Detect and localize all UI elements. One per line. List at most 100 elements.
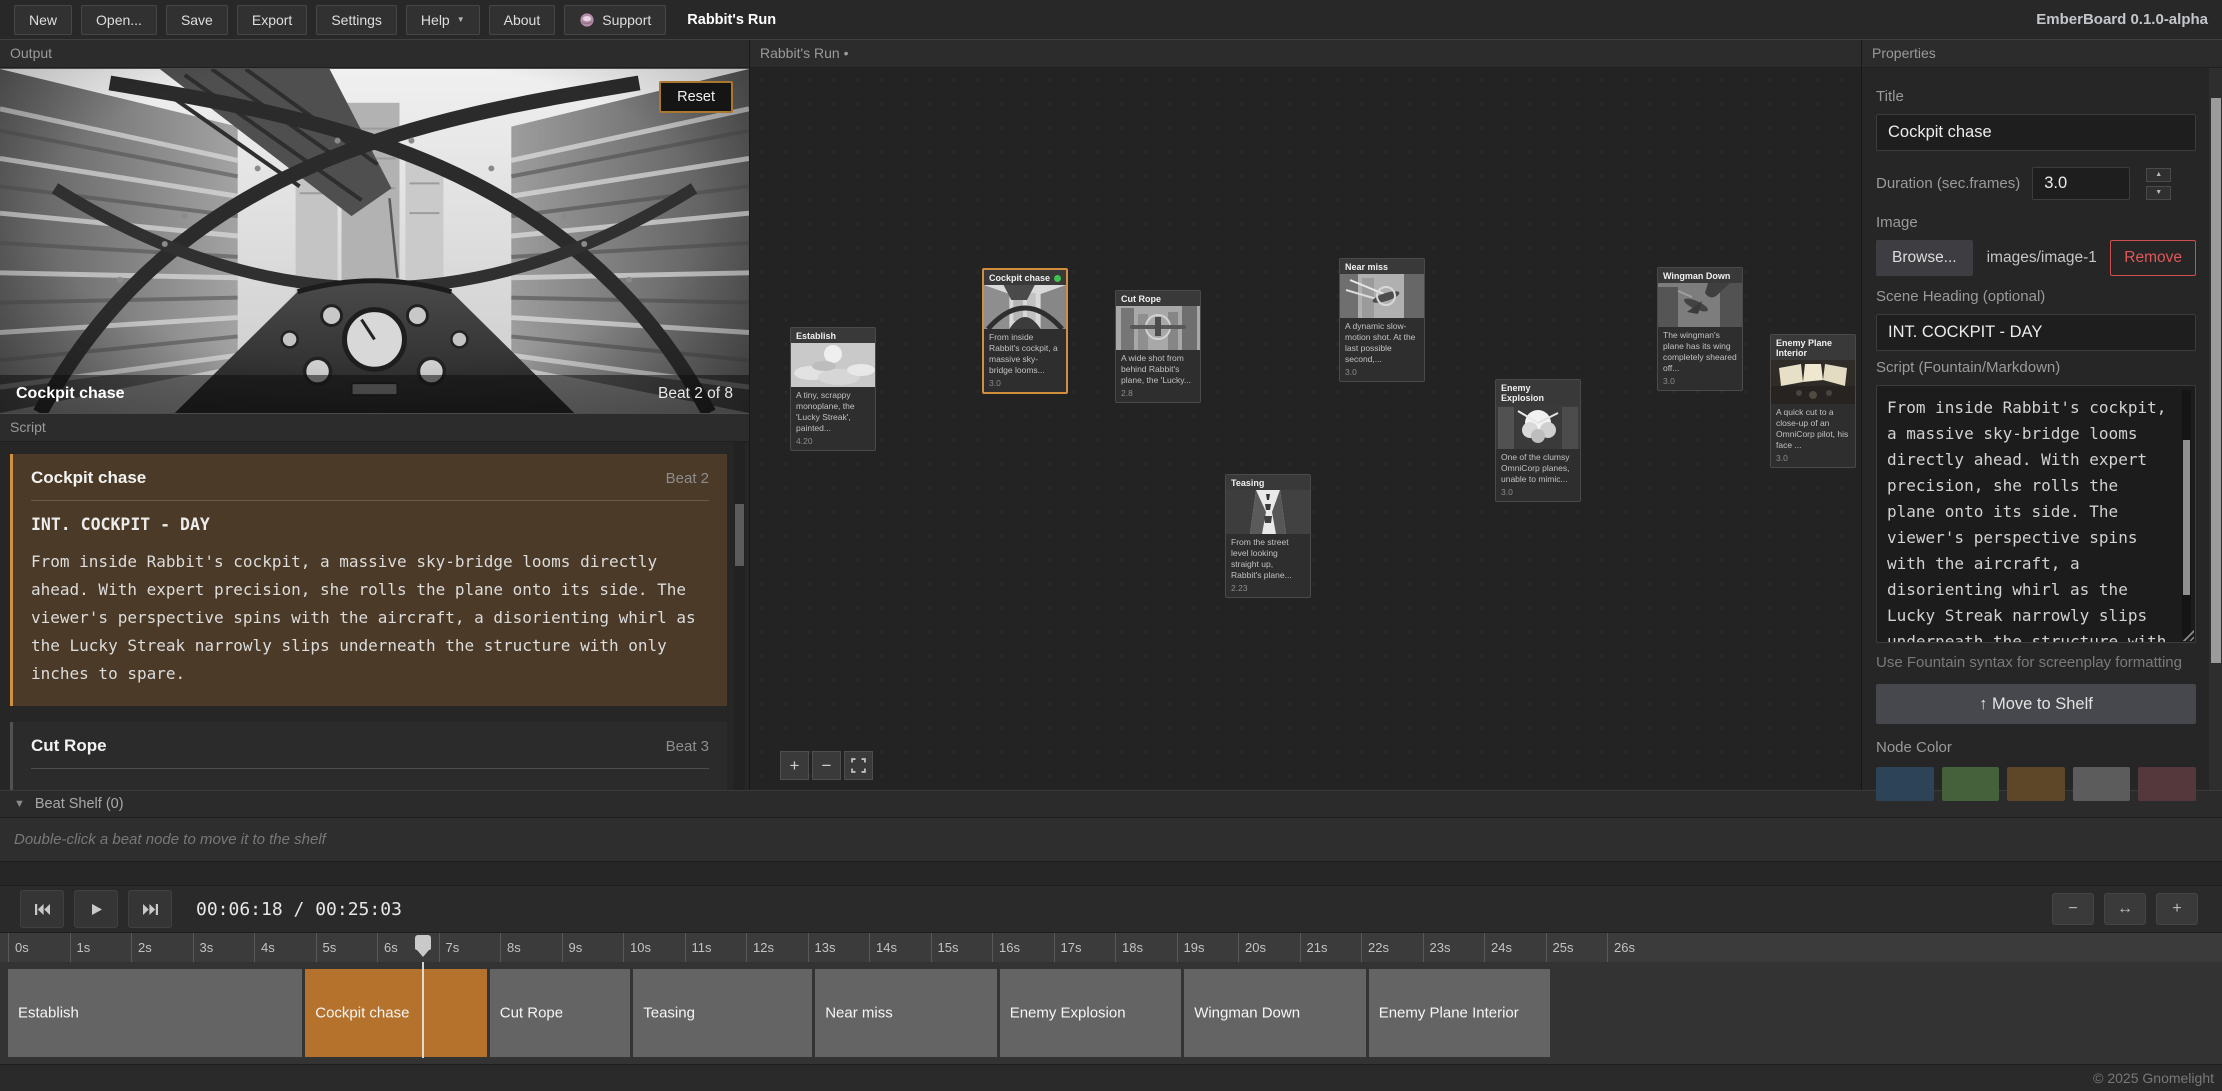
canvas-fit-button[interactable] xyxy=(844,751,873,780)
script-scrollbar[interactable] xyxy=(734,442,745,790)
skip-to-start-button[interactable] xyxy=(20,890,64,928)
timeline-block-cockpit-chase[interactable]: Cockpit chase xyxy=(305,969,487,1057)
settings-button[interactable]: Settings xyxy=(316,5,397,35)
card-beat-number: Beat 3 xyxy=(666,738,709,755)
properties-scrollbar-thumb[interactable] xyxy=(2211,98,2221,663)
open-button[interactable]: Open... xyxy=(81,5,157,35)
settings-button-label: Settings xyxy=(331,12,382,28)
properties-scrollbar[interactable] xyxy=(2209,68,2222,790)
node-canvas[interactable]: + − EstablishA tiny, scrappy monoplane, … xyxy=(750,68,1861,790)
timeline-zoom-out-button[interactable]: − xyxy=(2052,893,2094,925)
beat-node-enemy-explosion[interactable]: Enemy ExplosionOne of the clumsy OmniCor… xyxy=(1495,379,1581,502)
ruler-tick-17s: 17s xyxy=(1054,933,1082,962)
support-button[interactable]: Support xyxy=(564,5,666,35)
node-color-swatch-2[interactable] xyxy=(1942,767,2000,801)
node-duration: 3.0 xyxy=(1496,486,1580,501)
timeline-block-label: Teasing xyxy=(643,1005,695,1022)
transport-controls: 00:06:18 / 00:25:03 − ↔ + xyxy=(0,886,2222,932)
about-button[interactable]: About xyxy=(489,5,556,35)
card-beat-number: Beat 2 xyxy=(666,470,709,487)
node-description: A wide shot from behind Rabbit's plane, … xyxy=(1116,350,1200,387)
title-input[interactable]: Cockpit chase xyxy=(1876,114,2196,151)
beat-node-near-miss[interactable]: Near missA dynamic slow-motion shot. At … xyxy=(1339,258,1425,382)
timeline-block-label: Establish xyxy=(18,1005,79,1022)
help-menu-button[interactable]: Help▼ xyxy=(406,5,480,35)
reset-button[interactable]: Reset xyxy=(659,81,733,113)
new-button[interactable]: New xyxy=(14,5,72,35)
node-description: One of the clumsy OmniCorp planes, unabl… xyxy=(1496,449,1580,486)
card-title: Cockpit chase xyxy=(31,468,146,488)
node-description: A quick cut to a close-up of an OmniCorp… xyxy=(1771,404,1855,452)
duration-increment-button[interactable]: ▲ xyxy=(2146,168,2171,182)
scene-heading-label: Scene Heading (optional) xyxy=(1876,288,2196,305)
ruler-tick-18s: 18s xyxy=(1115,933,1143,962)
ruler-tick-26s: 26s xyxy=(1607,933,1635,962)
script-scrollbar-thumb[interactable] xyxy=(735,504,744,566)
timeline-block-enemy-explosion[interactable]: Enemy Explosion xyxy=(1000,969,1182,1057)
ruler-tick-25s: 25s xyxy=(1546,933,1574,962)
timeline-zoom-in-button[interactable]: + xyxy=(2156,893,2198,925)
beat-node-enemy-plane-interior[interactable]: Enemy Plane InteriorA quick cut to a clo… xyxy=(1770,334,1856,468)
beat-node-wingman-down[interactable]: Wingman DownThe wingman's plane has its … xyxy=(1657,267,1743,391)
beat-node-establish[interactable]: EstablishA tiny, scrappy monoplane, the … xyxy=(790,327,876,451)
app-version-title: EmberBoard 0.1.0-alpha xyxy=(2036,11,2208,28)
timeline-block-teasing[interactable]: Teasing xyxy=(633,969,812,1057)
emberboard-app: New Open... Save Export Settings Help▼ A… xyxy=(0,0,2222,1091)
browse-button[interactable]: Browse... xyxy=(1876,240,1973,276)
card-header: Cut Rope Beat 3 xyxy=(31,736,709,756)
timeline-block-enemy-plane-interior[interactable]: Enemy Plane Interior xyxy=(1369,969,1551,1057)
ruler-tick-4s: 4s xyxy=(254,933,275,962)
save-button[interactable]: Save xyxy=(166,5,228,35)
script-beat-card-cut-rope[interactable]: Cut RopeBeat 3A wide shot from behind Ra… xyxy=(10,722,727,790)
textarea-scrollbar-thumb[interactable] xyxy=(2183,440,2190,595)
node-thumbnail xyxy=(1771,360,1855,404)
play-icon xyxy=(90,903,103,916)
ruler-tick-1s: 1s xyxy=(70,933,91,962)
node-color-swatch-1[interactable] xyxy=(1876,767,1934,801)
card-header: Cockpit chase Beat 2 xyxy=(31,468,709,488)
timeline-block-establish[interactable]: Establish xyxy=(8,969,302,1057)
canvas-zoom-out-button[interactable]: − xyxy=(812,751,841,780)
ruler-tick-10s: 10s xyxy=(623,933,651,962)
duration-decrement-button[interactable]: ▼ xyxy=(2146,186,2171,200)
timeline-block-cut-rope[interactable]: Cut Rope xyxy=(490,969,631,1057)
project-title: Rabbit's Run xyxy=(687,12,776,28)
skip-to-end-button[interactable] xyxy=(128,890,172,928)
playhead-line xyxy=(422,962,424,1058)
script-textarea[interactable]: From inside Rabbit's cockpit, a massive … xyxy=(1876,385,2196,643)
textarea-scrollbar[interactable] xyxy=(2182,390,2191,638)
scene-heading-input[interactable]: INT. COCKPIT - DAY xyxy=(1876,314,2196,351)
ruler-tick-9s: 9s xyxy=(562,933,583,962)
ruler-tick-6s: 6s xyxy=(377,933,398,962)
duration-input[interactable]: 3.0 xyxy=(2032,167,2130,200)
timeline-block-near-miss[interactable]: Near miss xyxy=(815,969,997,1057)
canvas-zoom-in-button[interactable]: + xyxy=(780,751,809,780)
script-beat-card-cockpit-chase[interactable]: Cockpit chaseBeat 2INT. COCKPIT - DAYFro… xyxy=(10,454,727,706)
node-color-swatch-4[interactable] xyxy=(2073,767,2131,801)
node-color-swatch-5[interactable] xyxy=(2138,767,2196,801)
duration-row: Duration (sec.frames) 3.0 ▲ ▼ xyxy=(1876,167,2196,200)
node-description: A dynamic slow-motion shot. At the last … xyxy=(1340,318,1424,366)
preview-caption-bar: Cockpit chase Beat 2 of 8 xyxy=(0,375,749,413)
beat-node-teasing[interactable]: TeasingFrom the street level looking str… xyxy=(1225,474,1311,598)
node-color-swatch-3[interactable] xyxy=(2007,767,2065,801)
export-button[interactable]: Export xyxy=(237,5,307,35)
ruler-tick-12s: 12s xyxy=(746,933,774,962)
remove-image-button[interactable]: Remove xyxy=(2110,240,2196,276)
timeline-ruler[interactable]: 0s1s2s3s4s5s6s7s8s9s10s11s12s13s14s15s16… xyxy=(0,932,2222,962)
graph-panel-header: Rabbit's Run • xyxy=(750,40,1861,68)
timeline-block-wingman-down[interactable]: Wingman Down xyxy=(1184,969,1366,1057)
beat-node-cockpit-chase[interactable]: Cockpit chaseFrom inside Rabbit's cockpi… xyxy=(982,268,1068,394)
node-duration: 2.23 xyxy=(1226,582,1310,597)
timeline-fit-button[interactable]: ↔ xyxy=(2104,893,2146,925)
save-button-label: Save xyxy=(181,12,213,28)
active-beat-dot xyxy=(1054,275,1061,282)
beat-node-cut-rope[interactable]: Cut RopeA wide shot from behind Rabbit's… xyxy=(1115,290,1201,403)
main-row: Output xyxy=(0,40,2222,790)
play-button[interactable] xyxy=(74,890,118,928)
playhead-marker[interactable] xyxy=(415,935,431,950)
move-to-shelf-button[interactable]: ↑ Move to Shelf xyxy=(1876,684,2196,724)
node-duration: 3.0 xyxy=(1340,366,1424,381)
card-title: Cut Rope xyxy=(31,736,107,756)
beat-shelf-hint: Double-click a beat node to move it to t… xyxy=(0,818,2222,862)
